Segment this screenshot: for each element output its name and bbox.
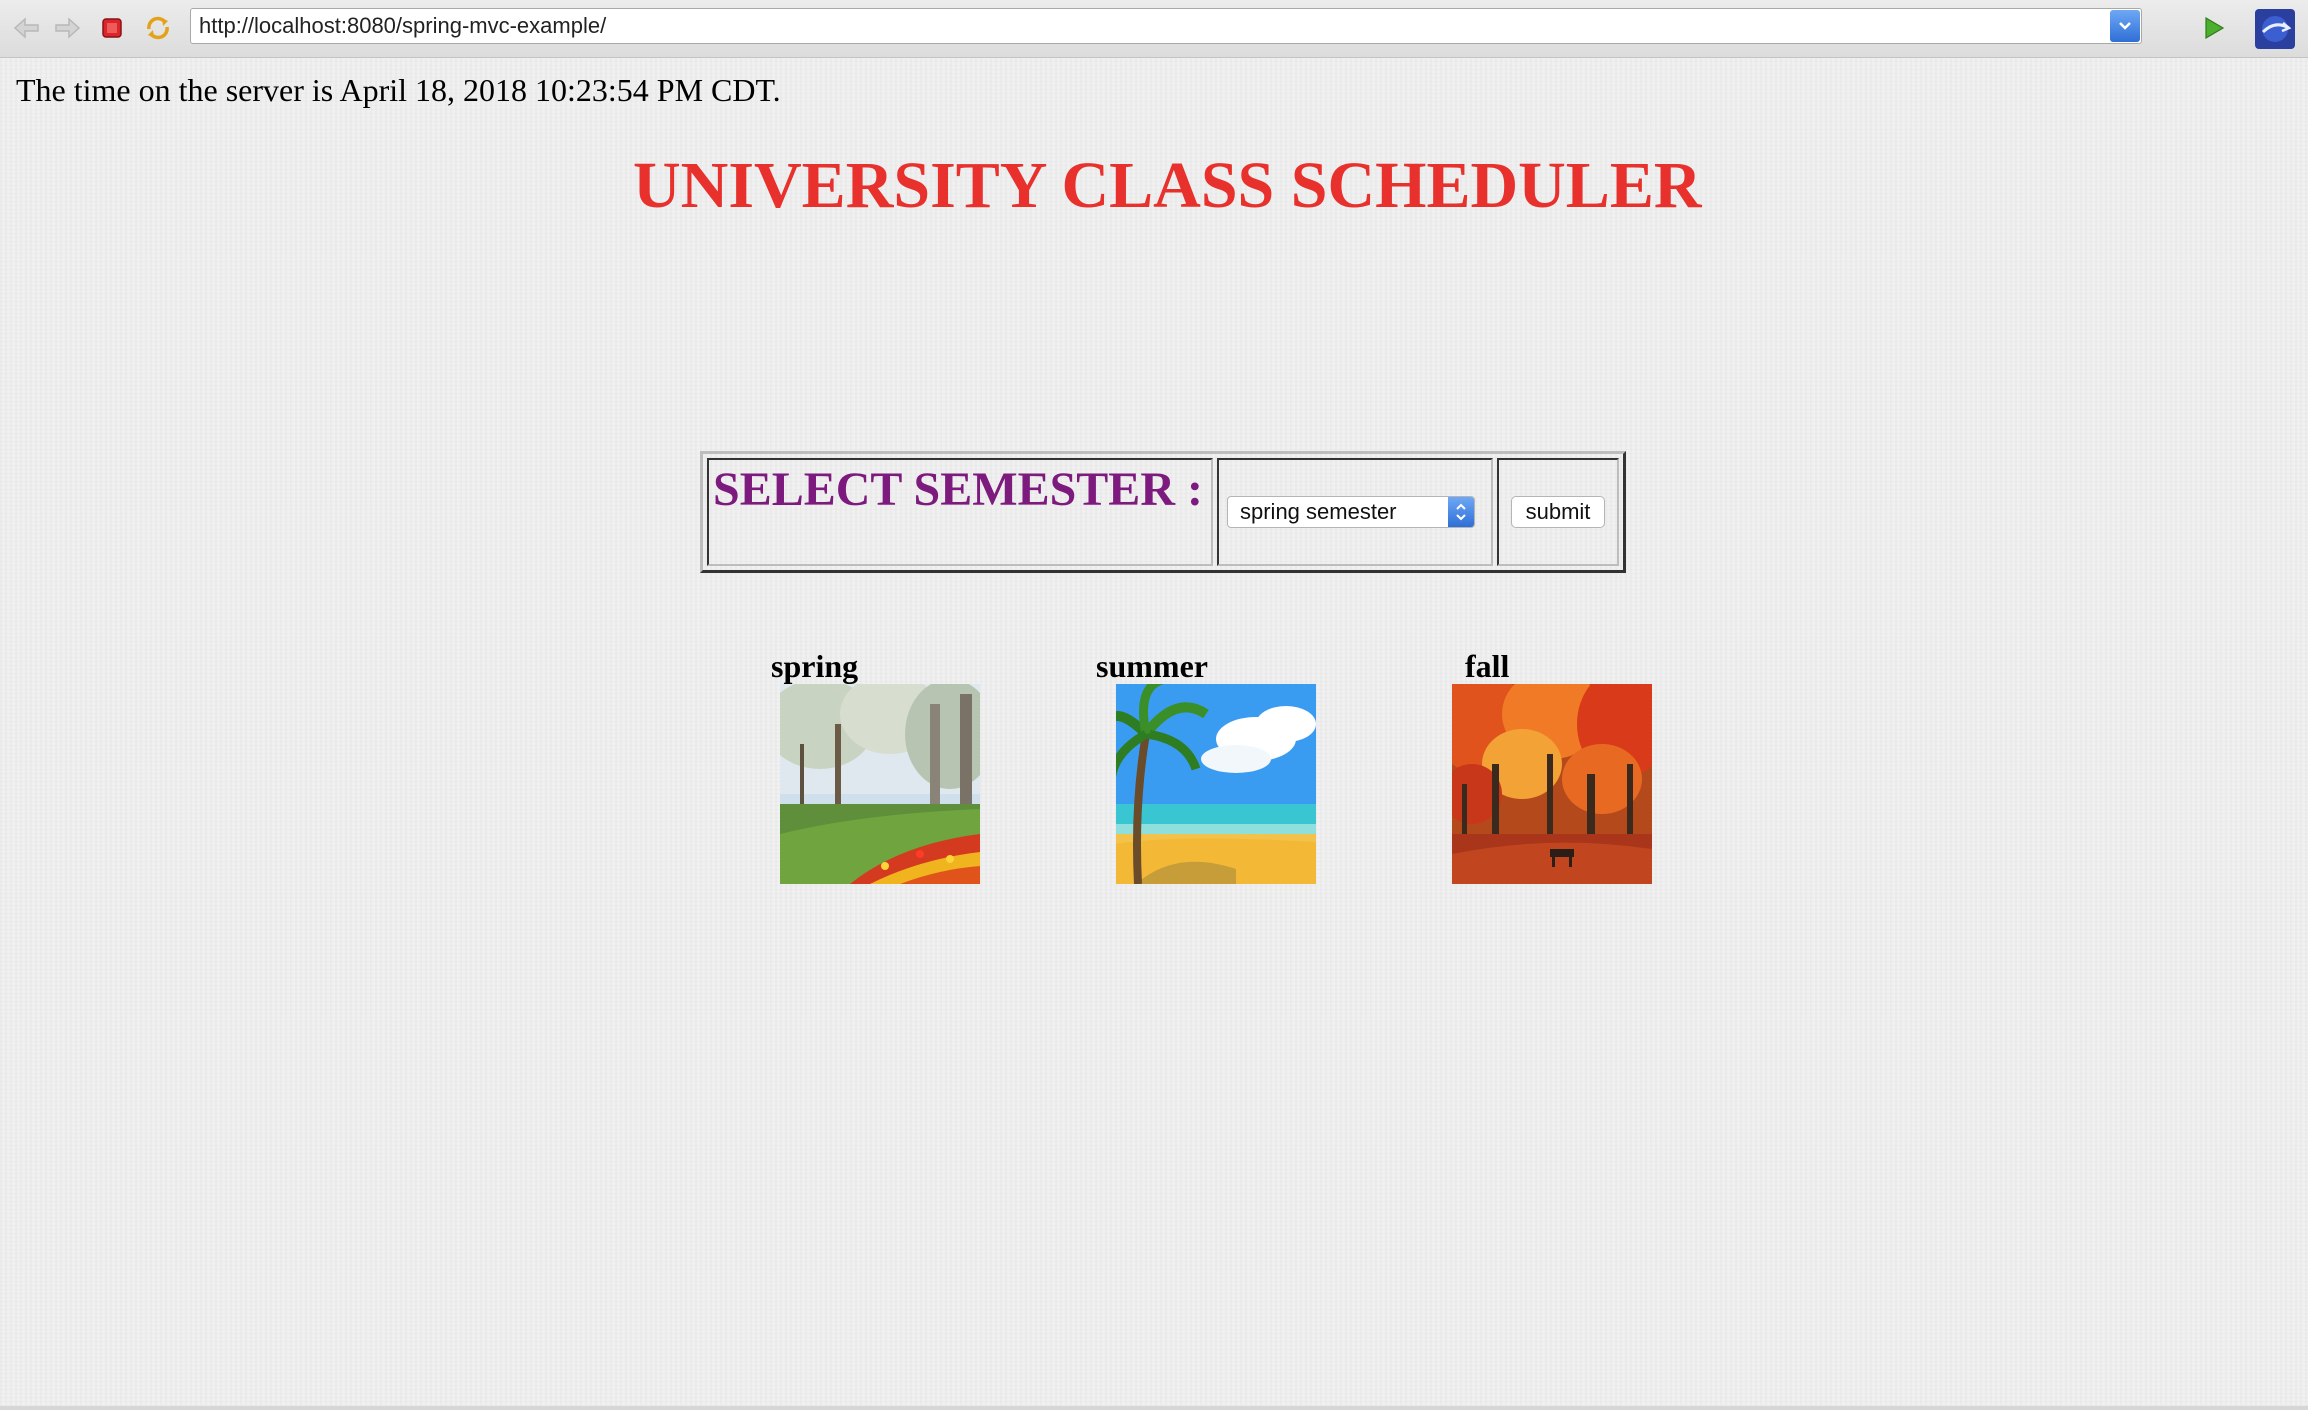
season-summer: summer [1096,648,1316,884]
select-semester-label: SELECT SEMESTER : [713,463,1203,516]
semester-form-table: SELECT SEMESTER : spring semester submit [700,451,1626,573]
season-fall: fall [1452,648,1652,884]
url-dropdown-button[interactable] [2110,10,2140,42]
stop-icon[interactable] [96,12,128,44]
page-title: UNIVERSITY CLASS SCHEDULER [633,149,1702,222]
url-bar[interactable]: http://localhost:8080/spring-mvc-example… [190,8,2142,44]
url-text[interactable]: http://localhost:8080/spring-mvc-example… [191,13,2110,39]
server-time-text: The time on the server is April 18, 2018… [16,72,781,108]
chevron-down-icon [2119,22,2131,30]
refresh-icon[interactable] [142,12,174,44]
season-label-fall: fall [1465,648,1510,684]
forward-arrow-icon[interactable] [52,12,84,44]
fall-autumn-trees-image[interactable] [1452,684,1652,884]
season-label-summer: summer [1096,648,1208,684]
semester-select-value: spring semester [1240,499,1397,524]
season-label-spring: spring [771,648,859,684]
browser-extension-icon[interactable] [2254,8,2296,50]
spring-park-tulips-image[interactable] [780,684,980,884]
submit-button[interactable]: submit [1510,496,1606,528]
select-arrows-icon [1448,497,1474,527]
back-arrow-icon[interactable] [10,12,42,44]
season-spring: spring [771,648,980,884]
submit-cell: submit [1497,458,1619,566]
go-play-icon[interactable] [2198,12,2230,44]
select-label-cell: SELECT SEMESTER : [707,458,1213,566]
select-cell: spring semester [1217,458,1493,566]
window-bottom-edge [0,1406,2308,1410]
summer-beach-palm-image[interactable] [1116,684,1316,884]
semester-select[interactable]: spring semester [1227,496,1475,528]
browser-toolbar: http://localhost:8080/spring-mvc-example… [0,0,2308,58]
